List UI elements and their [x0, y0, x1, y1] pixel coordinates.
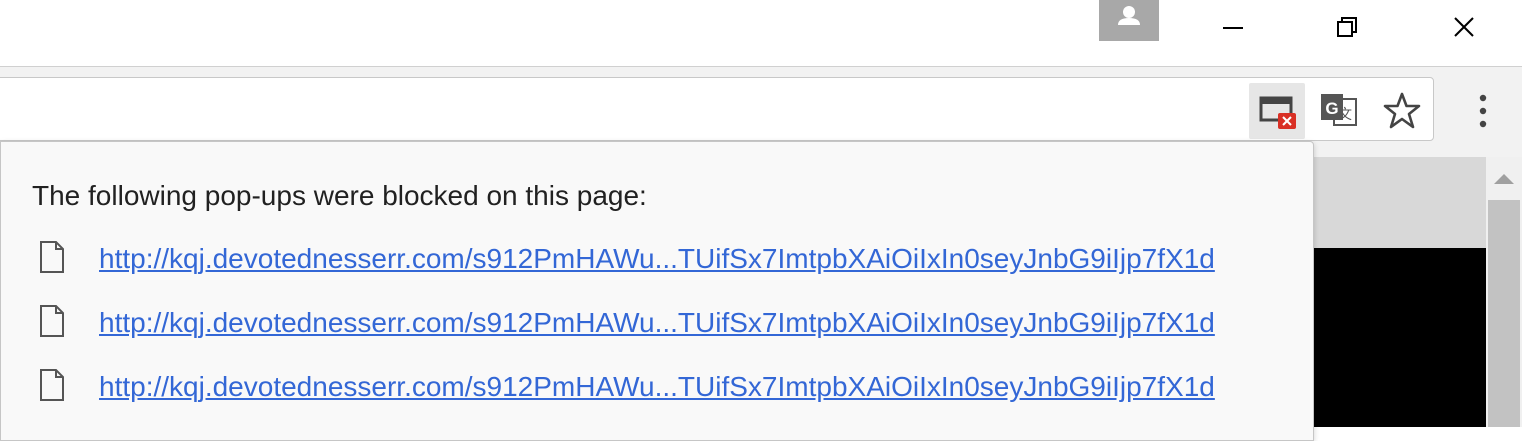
close-icon: [1454, 17, 1474, 37]
blocked-popup-item[interactable]: http://kqj.devotednesserr.com/s912PmHAWu…: [0, 358, 1310, 418]
minimize-icon: [1223, 27, 1243, 29]
page-content-video: [1290, 248, 1486, 427]
blocked-popup-link[interactable]: http://kqj.devotednesserr.com/s912PmHAWu…: [99, 241, 1215, 277]
blocked-popup-item[interactable]: http://kqj.devotednesserr.com/s912PmHAWu…: [0, 230, 1310, 290]
popup-blocked-button[interactable]: [1249, 83, 1305, 139]
popup-blocked-icon: [1259, 96, 1296, 129]
blocked-popup-link[interactable]: http://kqj.devotednesserr.com/s912PmHAWu…: [99, 305, 1215, 341]
blocked-popup-item[interactable]: http://kqj.devotednesserr.com/s912PmHAWu…: [0, 294, 1310, 354]
menu-icon: [1479, 94, 1487, 128]
close-button[interactable]: [1434, 0, 1494, 56]
title-bar: [0, 0, 1522, 66]
profile-avatar-button[interactable]: [1099, 0, 1159, 41]
restore-button[interactable]: [1316, 0, 1376, 56]
scroll-up-button[interactable]: [1486, 160, 1522, 196]
document-icon: [40, 305, 64, 337]
address-bar[interactable]: [0, 77, 1434, 141]
bookmark-star-button[interactable]: [1374, 83, 1430, 139]
restore-icon: [1337, 17, 1357, 37]
document-icon: [40, 369, 64, 401]
browser-menu-button[interactable]: [1466, 83, 1500, 139]
minimize-button[interactable]: [1203, 0, 1263, 56]
bubble-title: The following pop-ups were blocked on th…: [32, 180, 647, 211]
scrollbar-thumb[interactable]: [1488, 200, 1520, 427]
person-icon: [1118, 6, 1140, 25]
star-icon: [1383, 92, 1421, 129]
blocked-popup-link[interactable]: http://kqj.devotednesserr.com/s912PmHAWu…: [99, 369, 1215, 405]
document-icon: [40, 241, 64, 273]
scroll-up-arrow-icon: [1494, 174, 1514, 184]
page-content-header: [1290, 157, 1486, 248]
translate-button[interactable]: 文 G: [1311, 83, 1367, 139]
translate-icon: 文 G: [1321, 94, 1357, 126]
svg-text:G: G: [1325, 99, 1338, 118]
